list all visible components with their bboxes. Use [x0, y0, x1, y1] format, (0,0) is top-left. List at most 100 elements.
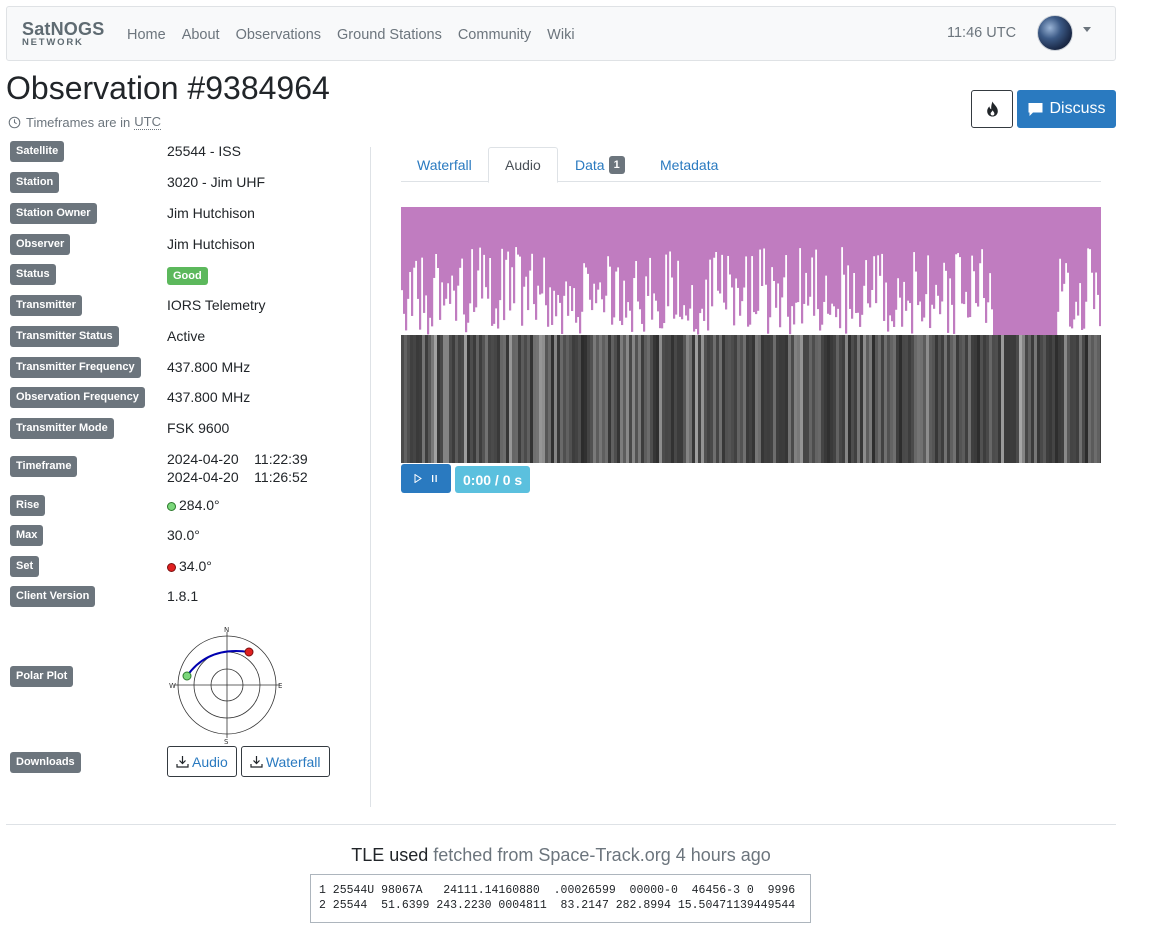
spectrogram-slice	[896, 335, 899, 463]
spectrogram-slice	[491, 335, 494, 463]
waveform-slice	[519, 207, 522, 257]
station-link[interactable]: 3020 - Jim UHF	[167, 174, 265, 190]
satellite-link[interactable]: 25544 - ISS	[167, 143, 241, 159]
waveform-slice	[601, 207, 604, 300]
spectrogram-slice	[899, 335, 902, 463]
waveform-slice	[657, 207, 660, 312]
spectrogram-slice	[755, 335, 758, 463]
satnogs-logo[interactable]: SatNOGS NETWORK	[22, 20, 108, 50]
waveform-slice	[1019, 207, 1022, 335]
nav-wiki[interactable]: Wiki	[547, 27, 574, 43]
spectrogram-slice	[998, 335, 1001, 463]
nav-links: Home About Observations Ground Stations …	[127, 7, 591, 62]
waveform-slice	[947, 207, 950, 333]
nav-observations[interactable]: Observations	[236, 27, 321, 43]
tab-waterfall[interactable]: Waterfall	[401, 147, 488, 182]
waveform-slice	[805, 207, 808, 273]
waveform-slice	[641, 207, 644, 324]
spectrogram-slice	[716, 335, 719, 463]
waveform-slice	[857, 207, 860, 313]
waveform-slice	[967, 207, 970, 318]
spectrogram-slice	[566, 335, 569, 463]
waveform-slice	[603, 207, 606, 313]
waveform-slice	[919, 207, 922, 302]
spectrogram-slice	[704, 335, 707, 463]
waveform-slice	[609, 207, 612, 267]
waveform-slice	[555, 207, 558, 317]
rate-button[interactable]	[971, 90, 1013, 128]
waveform-slice	[1047, 207, 1050, 335]
waveform-slice	[575, 207, 578, 323]
nav-ground-stations[interactable]: Ground Stations	[337, 27, 442, 43]
spectrogram-slice	[926, 335, 929, 463]
waveform-slice	[737, 207, 740, 288]
waveform-slice	[943, 207, 946, 263]
spectrogram-slice	[422, 335, 425, 463]
waveform-slice	[913, 207, 916, 253]
waveform-slice	[705, 207, 708, 280]
spectrogram-slice	[770, 335, 773, 463]
waveform-slice	[541, 207, 544, 294]
nav-about[interactable]: About	[182, 27, 220, 43]
spectrogram-slice	[452, 335, 455, 463]
waveform-slice	[1061, 207, 1064, 292]
waveform-slice	[663, 207, 666, 324]
column-divider	[370, 147, 371, 807]
waveform-slice	[843, 207, 846, 275]
spectrogram-slice	[707, 335, 710, 463]
waveform-slice	[853, 207, 856, 273]
spectrogram-slice	[767, 335, 770, 463]
waveform-slice	[761, 207, 764, 286]
spectrogram-slice	[1031, 335, 1034, 463]
waveform-slice	[845, 207, 848, 334]
waveform-slice	[1045, 207, 1048, 335]
play-pause-button[interactable]	[401, 464, 451, 493]
discuss-button[interactable]: Discuss	[1017, 90, 1116, 128]
waveform-slice	[723, 207, 726, 303]
waveform-slice	[1027, 207, 1030, 335]
waveform-slice	[733, 207, 736, 326]
brand-top: SatNOGS	[22, 19, 105, 39]
nav-home[interactable]: Home	[127, 27, 166, 43]
nav-community[interactable]: Community	[458, 27, 531, 43]
waveform-slice	[661, 207, 664, 329]
user-avatar[interactable]	[1037, 15, 1073, 51]
download-audio-button[interactable]: Audio	[167, 746, 237, 777]
waveform-slice	[525, 207, 528, 277]
spectrogram-slice	[485, 335, 488, 463]
waveform-slice	[925, 207, 928, 295]
tab-metadata[interactable]: Metadata	[644, 147, 734, 182]
tle-heading: TLE used fetched from Space-Track.org 4 …	[0, 845, 1122, 866]
spectrogram-slice	[557, 335, 560, 463]
spectrogram-slice	[1082, 335, 1085, 463]
waveform-slice	[437, 207, 440, 269]
waveform-slice	[1067, 207, 1070, 273]
spectrogram-slice	[959, 335, 962, 463]
waveform-slice	[693, 207, 696, 332]
waveform-slice	[993, 207, 996, 335]
waveform-slice	[435, 207, 438, 255]
station-owner-link[interactable]: Jim Hutchison	[167, 205, 255, 221]
waveform-slice	[651, 207, 654, 320]
waveform-slice	[1021, 207, 1024, 335]
audio-waveform-spectrogram[interactable]	[401, 207, 1101, 463]
tab-data[interactable]: Data 1	[559, 147, 641, 182]
spectrogram-slice	[584, 335, 587, 463]
spectrogram-slice	[605, 335, 608, 463]
waveform-slice	[803, 207, 806, 304]
observer-link[interactable]: Jim Hutchison	[167, 236, 255, 252]
label-transmitter-mode: Transmitter Mode	[10, 417, 114, 439]
waveform-slice	[581, 207, 584, 312]
tab-audio[interactable]: Audio	[488, 147, 558, 183]
waveform-slice	[951, 207, 954, 305]
waveform-slice	[1075, 207, 1078, 302]
waveform-slice	[1093, 207, 1096, 310]
spectrogram-slice	[974, 335, 977, 463]
spectrogram-slice	[542, 335, 545, 463]
spectrogram-slice	[1061, 335, 1064, 463]
waveform-slice	[449, 207, 452, 304]
chevron-down-icon[interactable]	[1083, 27, 1091, 32]
waveform-slice	[401, 207, 404, 291]
download-waterfall-button[interactable]: Waterfall	[240, 746, 330, 777]
spectrogram-slice	[635, 335, 638, 463]
